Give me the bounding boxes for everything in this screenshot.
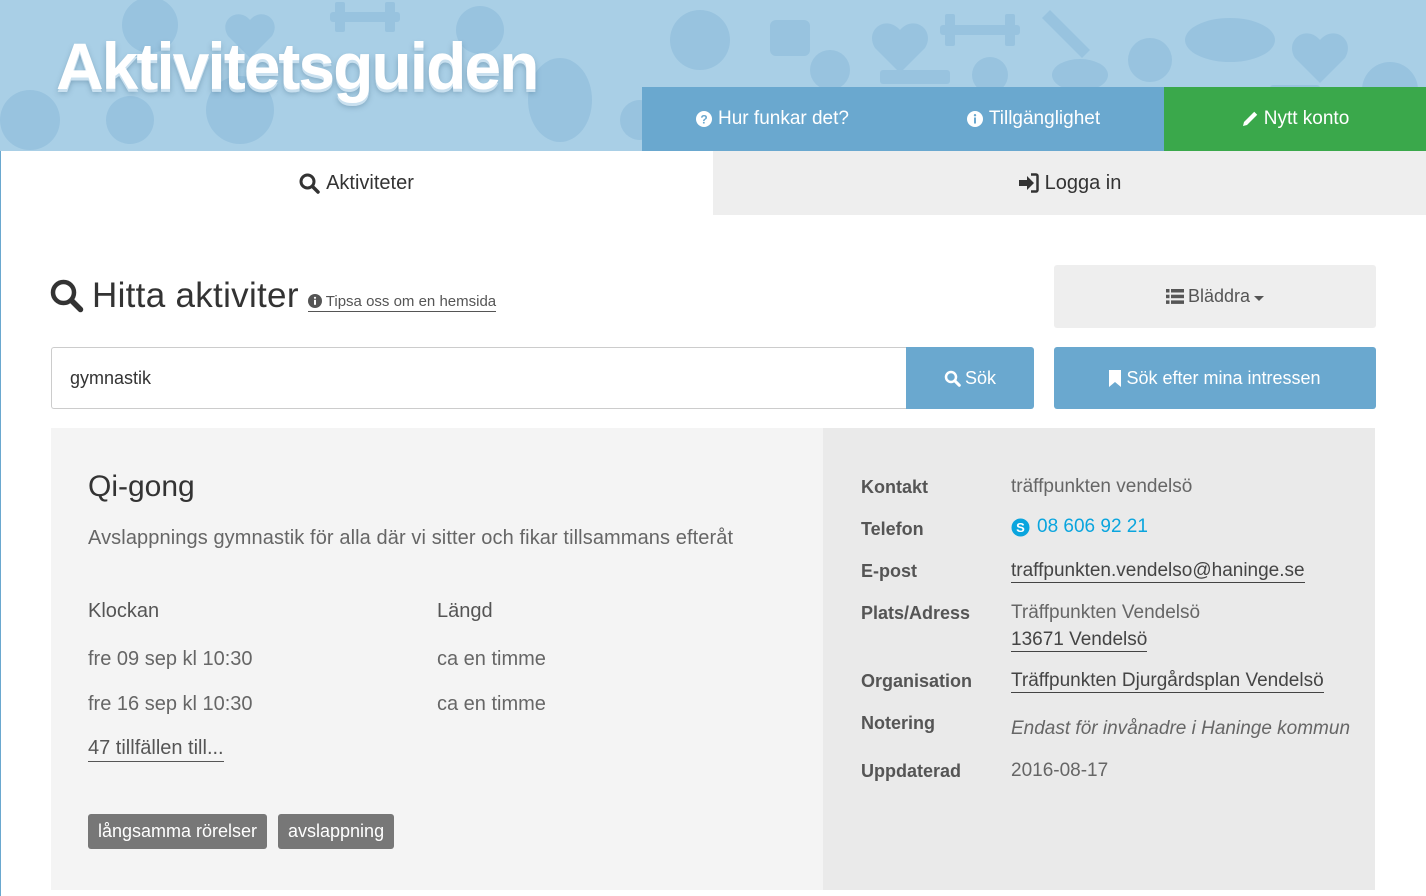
tab-login[interactable]: Logga in — [713, 151, 1426, 215]
tag-badge[interactable]: långsamma rörelser — [88, 814, 268, 849]
list-icon — [1165, 289, 1184, 304]
phone-label: Telefon — [861, 519, 924, 539]
nav-how-it-works[interactable]: ? Hur funkar det? — [642, 87, 903, 151]
email-link[interactable]: traffpunkten.vendelso@haninge.se — [1011, 560, 1305, 583]
address-line1: Träffpunkten Vendelsö — [1011, 602, 1201, 623]
tab-activities-label: Aktiviteter — [326, 171, 414, 194]
bookmark-icon — [1109, 369, 1122, 387]
skype-icon: S — [1011, 518, 1030, 537]
more-occasions-link[interactable]: 47 tillfällen till... — [88, 737, 224, 762]
schedule-time-cell: fre 09 sep kl 10:30 — [88, 648, 253, 670]
search-button-label: Sök — [964, 367, 997, 388]
nav-how-it-works-label: Hur funkar det? — [718, 108, 849, 129]
caret-down-icon — [1254, 295, 1265, 301]
nav-new-account-label: Nytt konto — [1263, 108, 1350, 129]
svg-text:?: ? — [700, 113, 707, 127]
updated-value: 2016-08-17 — [1011, 760, 1109, 781]
tab-activities[interactable]: Aktiviteter — [0, 151, 713, 215]
nav-new-account[interactable]: Nytt konto — [1164, 87, 1426, 151]
schedule-length-header: Längd — [437, 600, 493, 622]
activity-description: Avslappnings gymnastik för alla där vi s… — [88, 527, 734, 549]
phone-value: 08 606 92 21 — [1037, 516, 1148, 537]
search-heading: Hitta aktiviter Tipsa oss om en hemsida — [50, 276, 497, 316]
address-map-link[interactable]: 13671 Vendelsö — [1011, 629, 1148, 652]
phone-link[interactable]: S 08 606 92 21 — [1011, 516, 1148, 538]
search-my-interests-label: Sök efter mina intressen — [1126, 367, 1321, 388]
schedule-length-cell: ca en timme — [437, 693, 546, 715]
search-button[interactable]: Sök — [906, 347, 1034, 409]
svg-text:S: S — [1016, 520, 1025, 535]
question-circle-icon: ? — [696, 111, 713, 127]
schedule-time-header: Klockan — [88, 600, 160, 622]
suggest-website-link[interactable]: Tipsa oss om en hemsida — [307, 292, 497, 312]
nav-accessibility-label: Tillgänglighet — [988, 108, 1101, 129]
tag-badge[interactable]: avslappning — [278, 814, 395, 849]
pencil-icon — [1241, 111, 1258, 128]
note-value: Endast för invånadre i Haninge kommun — [1011, 718, 1351, 739]
schedule-time-cell: fre 16 sep kl 10:30 — [88, 693, 253, 715]
nav-accessibility[interactable]: Tillgänglighet — [903, 87, 1164, 151]
browse-dropdown-button[interactable]: Bläddra — [1054, 265, 1376, 328]
suggest-website-label: Tipsa oss om en hemsida — [325, 292, 497, 310]
search-icon — [299, 173, 320, 194]
search-icon — [944, 370, 961, 387]
tab-login-label: Logga in — [1044, 171, 1122, 194]
page-left-border — [0, 151, 1, 896]
organisation-label: Organisation — [861, 671, 973, 691]
info-circle-icon — [307, 294, 322, 308]
activity-title[interactable]: Qi-gong — [88, 470, 195, 504]
sign-in-icon — [1018, 173, 1039, 193]
schedule-length-cell: ca en timme — [437, 648, 546, 670]
contact-label: Kontakt — [861, 477, 928, 497]
note-label: Notering — [861, 713, 935, 733]
search-my-interests-button[interactable]: Sök efter mina intressen — [1054, 347, 1376, 409]
page-title: Hitta aktiviter — [92, 276, 299, 315]
email-label: E-post — [861, 561, 917, 581]
site-header: Aktivitetsguiden ? Hur funkar det? Tillg… — [0, 0, 1426, 151]
updated-label: Uppdaterad — [861, 761, 962, 781]
browse-label: Bläddra — [1187, 286, 1251, 306]
info-circle-icon — [966, 111, 983, 127]
search-input[interactable] — [51, 347, 907, 409]
contact-value: träffpunkten vendelsö — [1011, 476, 1193, 497]
site-logo[interactable]: Aktivitetsguiden — [56, 28, 539, 104]
organisation-link[interactable]: Träffpunkten Djurgårdsplan Vendelsö — [1011, 670, 1324, 693]
address-label: Plats/Adress — [861, 603, 971, 623]
search-icon — [50, 279, 84, 313]
